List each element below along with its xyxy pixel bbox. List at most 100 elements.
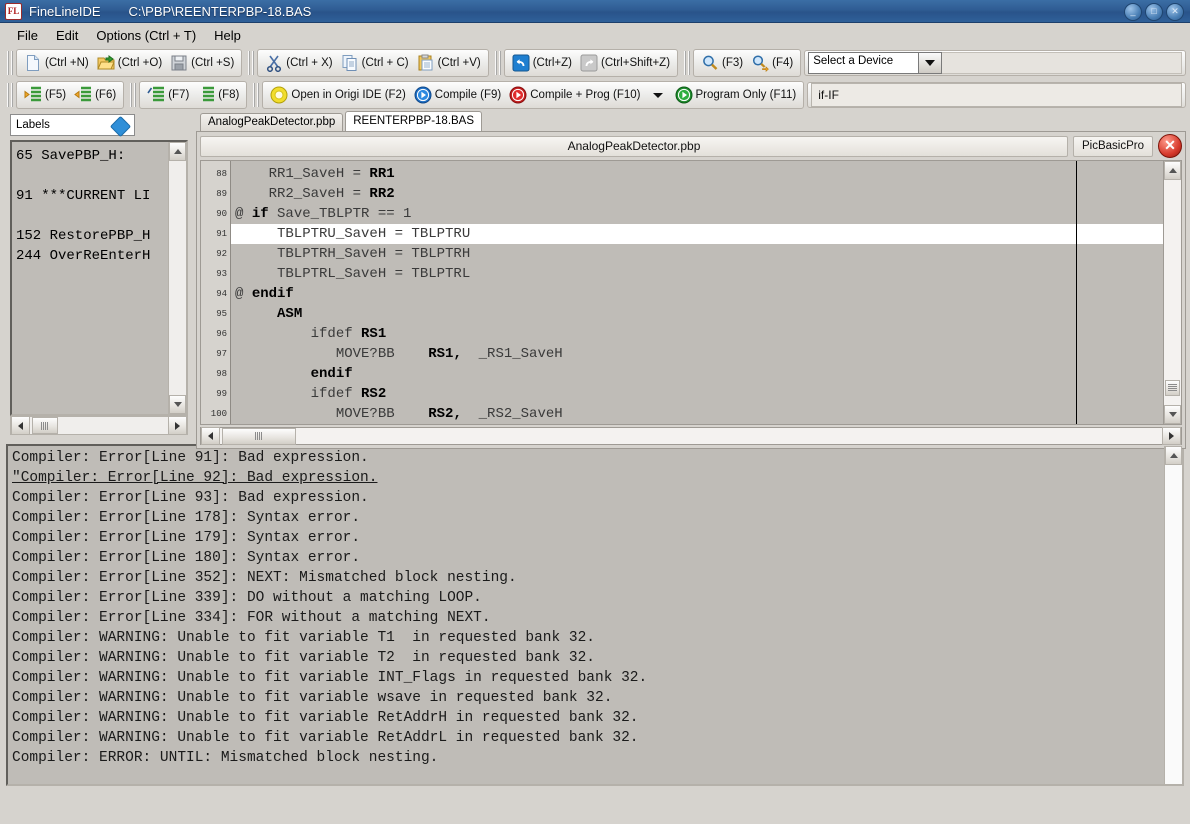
list-item[interactable] [16,206,168,226]
indent-left-button[interactable]: (F6) [70,83,120,107]
open-file-button[interactable]: (Ctrl +O) [93,51,166,75]
tab-reenterpbp[interactable]: REENTERPBP-18.BAS [345,111,482,131]
output-line[interactable]: Compiler: ERROR: UNTIL: Mismatched block… [12,748,1164,768]
output-line[interactable]: Compiler: Error[Line 339]: DO without a … [12,588,1164,608]
output-line[interactable]: Compiler: Error[Line 180]: Syntax error. [12,548,1164,568]
code-line[interactable]: @ endif [231,284,1163,304]
output-line[interactable]: Compiler: Error[Line 334]: FOR without a… [12,608,1164,628]
comment-lines-button[interactable]: (F7) [143,83,193,107]
paste-button[interactable]: (Ctrl +V) [413,51,485,75]
compile-button[interactable]: Compile (F9) [410,83,505,107]
cut-button[interactable]: (Ctrl + X) [261,51,336,75]
scroll-down-button[interactable] [169,395,186,414]
labels-horizontal-scrollbar[interactable] [10,416,188,435]
device-combo[interactable]: Select a Device [808,52,942,74]
uncomment-lines-button[interactable]: (F8) [193,83,243,107]
editor-code-area[interactable]: RR1_SaveH = RR1 RR2_SaveH = RR2@ if Save… [231,161,1163,424]
close-button[interactable]: ✕ [1166,3,1184,21]
list-item[interactable]: 244 OverReEnterH [16,246,168,266]
list-item[interactable]: 65 SavePBP_H: [16,146,168,166]
toolbar-grip-3[interactable] [495,51,501,75]
code-line[interactable]: ifdef RS1 [231,324,1163,344]
editor-scroll-down-button[interactable] [1164,405,1181,424]
find-next-button[interactable]: (F4) [747,51,797,75]
editor-close-button[interactable]: ✕ [1158,134,1182,158]
code-line[interactable]: RR2_SaveH = RR2 [231,184,1163,204]
redo-button[interactable]: (Ctrl+Shift+Z) [576,51,674,75]
copy-button[interactable]: (Ctrl + C) [337,51,413,75]
output-line[interactable]: Compiler: Error[Line 179]: Syntax error. [12,528,1164,548]
code-line[interactable]: TBLPTRL_SaveH = TBLPTRL [231,264,1163,284]
diamond-dropdown-icon[interactable] [110,116,131,137]
menu-item-options[interactable]: Options (Ctrl + T) [87,26,205,45]
list-item[interactable]: 91 ***CURRENT LI [16,186,168,206]
code-line[interactable]: RR1_SaveH = RR1 [231,164,1163,184]
editor-body[interactable]: 88 89 90 91 92 93 94 95 96 97 98 99 100 … [200,160,1182,425]
build-dropdown-button[interactable] [645,83,671,107]
code-line[interactable]: MOVE?BB RS1, _RS1_SaveH [231,344,1163,364]
editor-hscroll-thumb[interactable] [222,428,296,445]
open-origi-ide-button[interactable]: Open in Origi IDE (F2) [266,83,409,107]
compile-prog-button[interactable]: Compile + Prog (F10) [505,83,644,107]
scroll-left-button[interactable] [11,416,30,435]
toolbar-grip-6[interactable] [130,83,136,107]
maximize-button[interactable]: □ [1145,3,1163,21]
minimize-button[interactable]: _ [1124,3,1142,21]
save-file-button[interactable]: (Ctrl +S) [166,51,238,75]
output-line[interactable]: Compiler: WARNING: Unable to fit variabl… [12,648,1164,668]
toolbar-grip-7[interactable] [253,83,259,107]
hscroll-thumb[interactable] [32,417,58,434]
output-line[interactable]: "Compiler: Error[Line 92]: Bad expressio… [12,468,1164,488]
find-button[interactable]: (F3) [697,51,747,75]
undo-button[interactable]: (Ctrl+Z) [508,51,576,75]
code-line[interactable]: MOVE?BB RS2, _RS2_SaveH [231,404,1163,424]
code-line[interactable]: ASM [231,304,1163,324]
editor-language-badge[interactable]: PicBasicPro [1073,136,1153,157]
editor-filename-bar[interactable]: AnalogPeakDetector.pbp [200,136,1068,157]
output-line[interactable]: Compiler: Error[Line 93]: Bad expression… [12,488,1164,508]
chevron-down-icon[interactable] [918,53,941,73]
editor-vertical-scrollbar[interactable] [1163,161,1181,424]
output-line[interactable]: Compiler: Error[Line 352]: NEXT: Mismatc… [12,568,1164,588]
editor-scroll-up-button[interactable] [1164,161,1181,180]
output-line[interactable]: Compiler: WARNING: Unable to fit variabl… [12,728,1164,748]
code-line[interactable]: ifdef RS2 [231,384,1163,404]
output-vertical-scrollbar[interactable] [1164,446,1182,784]
labels-list[interactable]: 65 SavePBP_H: 91 ***CURRENT LI 152 Resto… [10,140,188,416]
output-line[interactable]: Compiler: Error[Line 178]: Syntax error. [12,508,1164,528]
menu-item-file[interactable]: File [8,26,47,45]
code-line[interactable]: TBLPTRH_SaveH = TBLPTRH [231,244,1163,264]
code-line[interactable]: TBLPTRU_SaveH = TBLPTRU [231,224,1163,244]
editor-code-lines[interactable]: RR1_SaveH = RR1 RR2_SaveH = RR2@ if Save… [231,161,1163,424]
editor-vscroll-thumb[interactable] [1165,380,1180,396]
menu-item-edit[interactable]: Edit [47,26,87,45]
toolbar-grip-2[interactable] [248,51,254,75]
toolbar-grip-5[interactable] [7,83,13,107]
menu-item-help[interactable]: Help [205,26,250,45]
program-only-button[interactable]: Program Only (F11) [671,83,801,107]
output-line[interactable]: Compiler: WARNING: Unable to fit variabl… [12,688,1164,708]
scroll-right-button[interactable] [168,416,187,435]
editor-scroll-right-button[interactable] [1162,427,1181,445]
compiler-output-panel[interactable]: Compiler: Error[Line 91]: Bad expression… [6,444,1184,786]
toolbar-grip[interactable] [7,51,13,75]
compiler-output-text[interactable]: Compiler: Error[Line 91]: Bad expression… [8,446,1164,784]
indent-right-button[interactable]: (F5) [20,83,70,107]
labels-vertical-scrollbar[interactable] [168,142,186,414]
labels-type-combo[interactable]: Labels [10,114,135,136]
editor-horizontal-scrollbar[interactable] [200,427,1182,445]
tab-analogpeakdetector[interactable]: AnalogPeakDetector.pbp [200,113,343,131]
list-item[interactable] [16,166,168,186]
find-input[interactable]: if-IF [811,83,1182,107]
output-scroll-up-button[interactable] [1165,446,1182,465]
scroll-up-button[interactable] [169,142,186,161]
output-line[interactable]: Compiler: WARNING: Unable to fit variabl… [12,708,1164,728]
output-line[interactable]: Compiler: WARNING: Unable to fit variabl… [12,668,1164,688]
new-file-button[interactable]: (Ctrl +N) [20,51,93,75]
list-item[interactable]: 152 RestorePBP_H [16,226,168,246]
code-line[interactable]: @ if Save_TBLPTR == 1 [231,204,1163,224]
editor-scroll-left-button[interactable] [201,427,220,445]
output-line[interactable]: Compiler: Error[Line 91]: Bad expression… [12,448,1164,468]
code-line[interactable]: endif [231,364,1163,384]
output-line[interactable]: Compiler: WARNING: Unable to fit variabl… [12,628,1164,648]
